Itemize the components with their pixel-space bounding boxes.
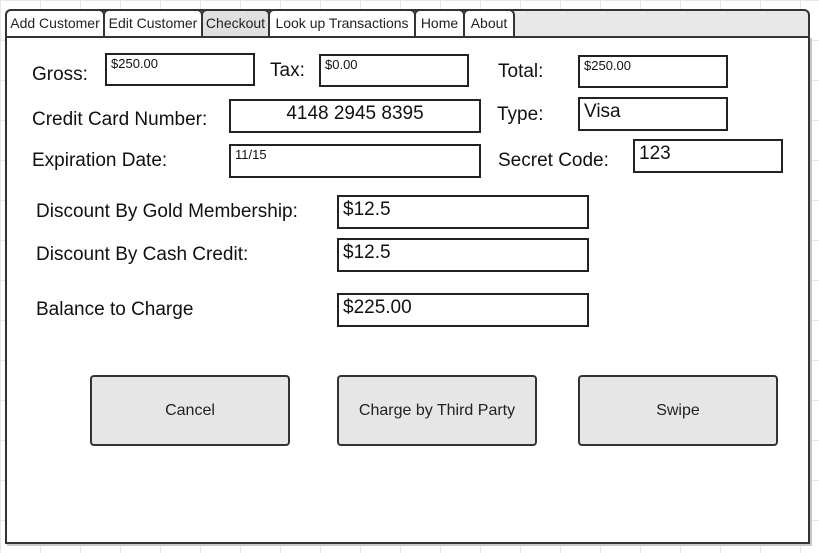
total-field[interactable]: $250.00	[578, 55, 728, 88]
tab-edit-customer[interactable]: Edit Customer	[103, 9, 203, 36]
card-number-label: Credit Card Number:	[32, 109, 208, 130]
expiration-date-field[interactable]: 11/15	[229, 144, 481, 178]
charge-third-party-button[interactable]: Charge by Third Party	[337, 375, 537, 446]
cash-credit-field[interactable]: $12.5	[337, 238, 589, 272]
tab-checkout[interactable]: Checkout	[201, 9, 270, 36]
card-type-label: Type:	[497, 104, 544, 125]
cancel-button[interactable]: Cancel	[90, 375, 290, 446]
card-type-field[interactable]: Visa	[578, 97, 728, 131]
card-number-field[interactable]: 4148 2945 8395	[229, 99, 481, 133]
gross-label: Gross:	[32, 64, 88, 85]
tax-field[interactable]: $0.00	[319, 54, 469, 87]
secret-code-label: Secret Code:	[498, 150, 609, 171]
balance-field[interactable]: $225.00	[337, 293, 589, 327]
total-label: Total:	[498, 61, 544, 82]
tab-home[interactable]: Home	[414, 9, 465, 36]
cash-credit-label: Discount By Cash Credit:	[36, 244, 249, 265]
tab-add-customer[interactable]: Add Customer	[5, 9, 105, 36]
tab-look-up-transactions[interactable]: Look up Transactions	[268, 9, 416, 36]
balance-label: Balance to Charge	[36, 299, 194, 320]
expiration-date-label: Expiration Date:	[32, 150, 168, 171]
gross-field[interactable]: $250.00	[105, 53, 255, 86]
tab-about[interactable]: About	[463, 9, 515, 36]
swipe-button[interactable]: Swipe	[578, 375, 778, 446]
tax-label: Tax:	[270, 60, 305, 81]
secret-code-field[interactable]: 123	[633, 139, 783, 173]
gold-discount-label: Discount By Gold Membership:	[36, 201, 298, 222]
gold-discount-field[interactable]: $12.5	[337, 195, 589, 229]
